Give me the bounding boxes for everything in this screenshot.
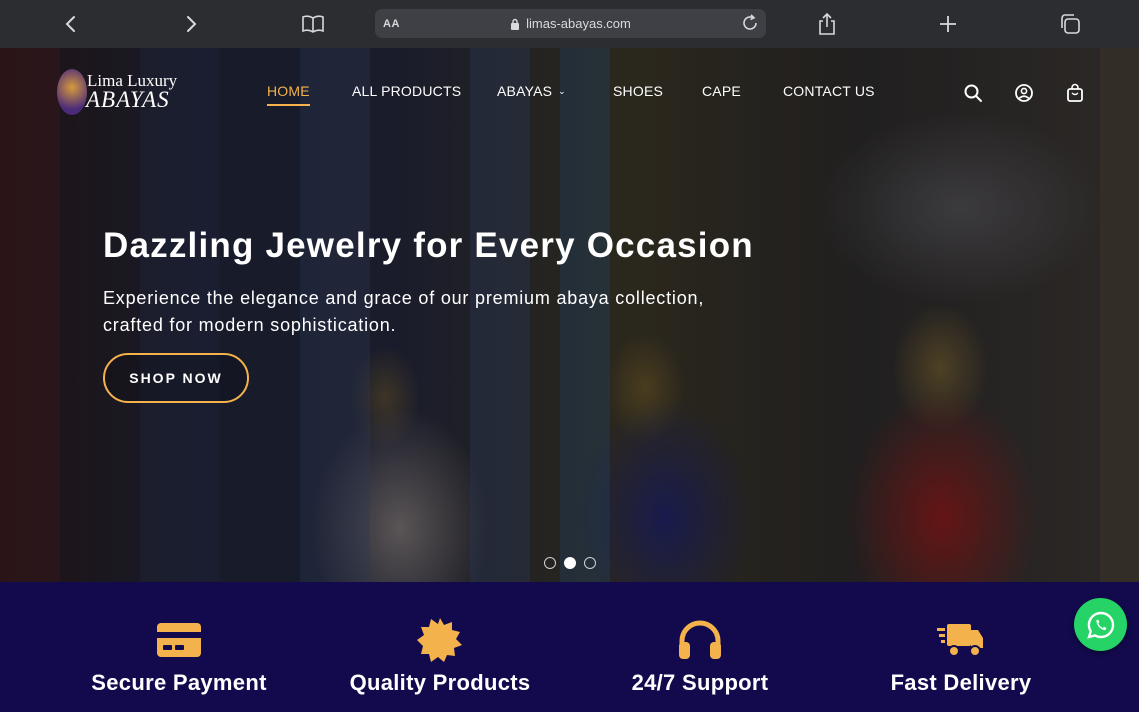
forward-button[interactable]	[177, 10, 205, 38]
whatsapp-button[interactable]	[1074, 598, 1127, 651]
feature-secure-payment: Secure Payment	[49, 582, 309, 712]
nav-home[interactable]: HOME	[267, 83, 310, 106]
slider-dot-3[interactable]	[584, 557, 596, 569]
browser-toolbar: AA limas-abayas.com	[0, 0, 1139, 48]
slider-dot-2[interactable]	[564, 557, 576, 569]
share-button[interactable]	[813, 10, 841, 38]
badge-icon	[416, 618, 464, 662]
book-icon	[302, 15, 324, 33]
feature-label: Quality Products	[349, 670, 531, 695]
new-tab-button[interactable]	[934, 10, 962, 38]
feature-fast-delivery: Fast Delivery	[831, 582, 1091, 712]
whatsapp-icon	[1086, 611, 1114, 639]
nav-contact-us[interactable]: CONTACT US	[783, 83, 875, 99]
nav-shoes[interactable]: SHOES	[613, 83, 663, 99]
hero-title: Dazzling Jewelry for Every Occasion	[103, 226, 754, 265]
feature-label: Secure Payment	[91, 670, 267, 695]
bookmarks-button[interactable]	[299, 10, 327, 38]
brand-logo[interactable]: Lima Luxury ABAYAS	[57, 67, 177, 117]
chevron-left-icon	[65, 16, 75, 32]
feature-quality-products: Quality Products	[310, 582, 570, 712]
nav-cape[interactable]: CAPE	[702, 83, 741, 99]
hero-subtitle: Experience the elegance and grace of our…	[103, 288, 705, 335]
share-icon	[819, 12, 835, 35]
feature-label: 24/7 Support	[631, 670, 769, 695]
account-button[interactable]	[1013, 82, 1035, 104]
feature-support: 24/7 Support	[570, 582, 830, 712]
address-bar[interactable]: AA limas-abayas.com	[375, 9, 766, 38]
feature-label: Fast Delivery	[890, 670, 1032, 695]
lock-icon	[511, 18, 520, 30]
url-display: limas-abayas.com	[375, 16, 766, 31]
chevron-right-icon	[187, 16, 197, 32]
reload-button[interactable]	[740, 13, 760, 36]
slider-dots	[544, 557, 596, 569]
tabs-icon	[1061, 14, 1080, 34]
headphones-icon	[676, 618, 724, 662]
features-bar: Secure Payment Quality Products 24/7 Sup…	[0, 582, 1139, 712]
slider-dot-1[interactable]	[544, 557, 556, 569]
credit-card-icon	[155, 618, 203, 662]
nav-all-products[interactable]: ALL PRODUCTS	[352, 83, 461, 99]
shop-now-button[interactable]: SHOP NOW	[103, 353, 249, 403]
logo-mark	[57, 69, 87, 115]
search-button[interactable]	[962, 82, 984, 104]
back-button[interactable]	[57, 10, 85, 38]
truck-icon	[937, 618, 985, 662]
cart-button[interactable]	[1064, 82, 1086, 104]
plus-icon	[940, 16, 956, 32]
tabs-button[interactable]	[1056, 10, 1084, 38]
nav-abayas-label: ABAYAS	[497, 83, 553, 99]
brand-line2: ABAYAS	[86, 87, 170, 112]
nav-abayas[interactable]: ABAYAS ⌄	[497, 83, 566, 99]
url-text: limas-abayas.com	[526, 16, 631, 31]
search-icon	[964, 84, 982, 102]
chevron-down-icon: ⌄	[558, 86, 566, 96]
cart-icon	[1067, 83, 1083, 102]
user-icon	[1015, 84, 1033, 102]
reload-icon	[743, 14, 757, 30]
